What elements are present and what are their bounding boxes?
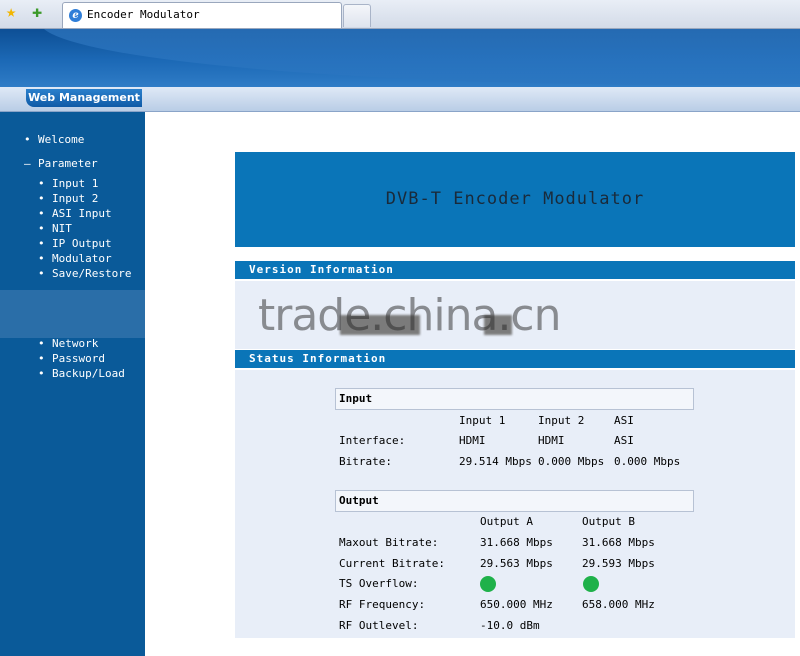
ts-overflow-indicator-a — [480, 576, 496, 592]
sidebar-item-password[interactable]: • Password — [38, 352, 105, 366]
sidebar-item-asi-input[interactable]: • ASI Input — [38, 207, 112, 221]
input-col-3: ASI — [614, 414, 634, 427]
sidebar-obscured-area — [0, 290, 145, 338]
web-management-tab[interactable]: Web Management — [26, 89, 142, 107]
banner-swoosh-decoration — [40, 29, 800, 85]
rf-outlevel-label: RF Outlevel: — [339, 619, 419, 632]
output-col-b: Output B — [582, 515, 635, 528]
ie-page-icon: e — [69, 9, 82, 22]
interface-value-2: HDMI — [538, 434, 565, 447]
interface-value-1: HDMI — [459, 434, 486, 447]
input-col-1: Input 1 — [459, 414, 506, 427]
browser-tab-title: Encoder Modulator — [87, 8, 200, 21]
output-col-a: Output A — [480, 515, 533, 528]
sidebar-item-input-1[interactable]: • Input 1 — [38, 177, 98, 191]
browser-tab[interactable]: e Encoder Modulator — [62, 2, 342, 28]
bitrate-value-1: 29.514 Mbps — [459, 455, 532, 468]
new-tab-button[interactable] — [343, 4, 371, 27]
sidebar-item-modulator[interactable]: • Modulator — [38, 252, 112, 266]
sidebar-nav: • Welcome – Parameter • Input 1 • Input 2 • A… — [0, 112, 145, 656]
bitrate-value-3: 0.000 Mbps — [614, 455, 681, 468]
ts-overflow-label: TS Overflow: — [339, 577, 419, 590]
add-favorite-icon[interactable]: ✚ — [32, 4, 42, 21]
current-bitrate-b: 29.593 Mbps — [582, 557, 655, 570]
sidebar-item-ip-output[interactable]: • IP Output — [38, 237, 112, 251]
sidebar-item-save-restore[interactable]: • Save/Restore — [38, 267, 131, 281]
rf-frequency-a: 650.000 MHz — [480, 598, 553, 611]
sidebar-item-backup-load[interactable]: • Backup/Load — [38, 367, 125, 381]
current-bitrate-label: Current Bitrate: — [339, 557, 445, 570]
ts-overflow-indicator-b — [583, 576, 599, 592]
sidebar-item-welcome[interactable]: • Welcome — [24, 133, 84, 147]
menu-bar: Web Management — [0, 87, 800, 112]
sidebar-item-parameter[interactable]: – Parameter — [24, 157, 98, 171]
sidebar-item-nit[interactable]: • NIT — [38, 222, 72, 236]
favorites-star-icon[interactable]: ★ — [6, 4, 16, 21]
input-group-header: Input — [335, 388, 694, 410]
current-bitrate-a: 29.563 Mbps — [480, 557, 553, 570]
maxout-bitrate-label: Maxout Bitrate: — [339, 536, 439, 549]
rf-outlevel-value: -10.0 dBm — [480, 619, 540, 632]
browser-tab-bar: ★ ✚ e Encoder Modulator — [0, 0, 800, 29]
bitrate-value-2: 0.000 Mbps — [538, 455, 605, 468]
bitrate-label: Bitrate: — [339, 455, 392, 468]
status-info-header: Status Information — [235, 350, 795, 368]
output-group-header: Output — [335, 490, 694, 512]
page-title: DVB-T Encoder Modulator — [385, 189, 645, 209]
header-banner — [0, 29, 800, 87]
interface-value-3: ASI — [614, 434, 634, 447]
maxout-bitrate-a: 31.668 Mbps — [480, 536, 553, 549]
rf-frequency-label: RF Frequency: — [339, 598, 426, 611]
version-info-header: Version Information — [235, 261, 795, 279]
sidebar-item-input-2[interactable]: • Input 2 — [38, 192, 98, 206]
interface-label: Interface: — [339, 434, 406, 447]
maxout-bitrate-b: 31.668 Mbps — [582, 536, 655, 549]
rf-frequency-b: 658.000 MHz — [582, 598, 655, 611]
sidebar-item-network[interactable]: • Network — [38, 337, 98, 351]
input-col-2: Input 2 — [538, 414, 585, 427]
watermark-text: trade.china.cn — [258, 290, 562, 341]
